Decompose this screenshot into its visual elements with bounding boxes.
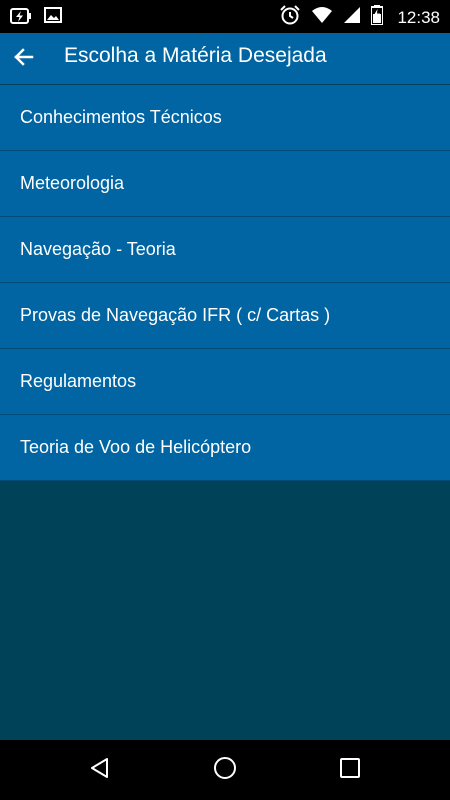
battery-charging-icon	[10, 6, 32, 31]
status-right-icons: 12:38	[279, 4, 440, 31]
list-item-navegacao-teoria[interactable]: Navegação - Teoria	[0, 217, 450, 283]
list-item-label: Teoria de Voo de Helicóptero	[20, 437, 252, 457]
back-triangle-icon	[88, 756, 112, 785]
alarm-icon	[279, 4, 301, 31]
battery-icon	[370, 5, 385, 30]
list-item-label: Conhecimentos Técnicos	[20, 107, 222, 127]
status-bar: 12:38	[0, 0, 450, 33]
list-item-label: Navegação - Teoria	[20, 239, 176, 259]
list-item-teoria-voo-helicoptero[interactable]: Teoria de Voo de Helicóptero	[0, 415, 450, 481]
list-item-conhecimentos-tecnicos[interactable]: Conhecimentos Técnicos	[0, 85, 450, 151]
list-item-regulamentos[interactable]: Regulamentos	[0, 349, 450, 415]
arrow-left-icon	[12, 45, 36, 74]
nav-recents-button[interactable]	[332, 752, 368, 788]
status-time: 12:38	[397, 7, 440, 27]
signal-icon	[343, 6, 361, 29]
back-button[interactable]	[6, 41, 42, 77]
status-left-icons	[10, 6, 62, 31]
list-item-label: Provas de Navegação IFR ( c/ Cartas )	[20, 305, 331, 325]
list-item-label: Meteorologia	[20, 173, 125, 193]
subject-list: Conhecimentos Técnicos Meteorologia Nave…	[0, 85, 450, 481]
wifi-icon	[311, 6, 333, 29]
page-title: Escolha a Matéria Desejada	[64, 44, 327, 67]
home-circle-icon	[212, 755, 238, 786]
list-item-meteorologia[interactable]: Meteorologia	[0, 151, 450, 217]
list-item-provas-navegacao-ifr[interactable]: Provas de Navegação IFR ( c/ Cartas )	[0, 283, 450, 349]
nav-back-button[interactable]	[82, 752, 118, 788]
image-icon	[44, 6, 62, 31]
list-item-label: Regulamentos	[20, 371, 137, 391]
app-bar: Escolha a Matéria Desejada	[0, 33, 450, 84]
recents-square-icon	[339, 757, 361, 784]
nav-home-button[interactable]	[207, 752, 243, 788]
navigation-bar	[0, 740, 450, 800]
